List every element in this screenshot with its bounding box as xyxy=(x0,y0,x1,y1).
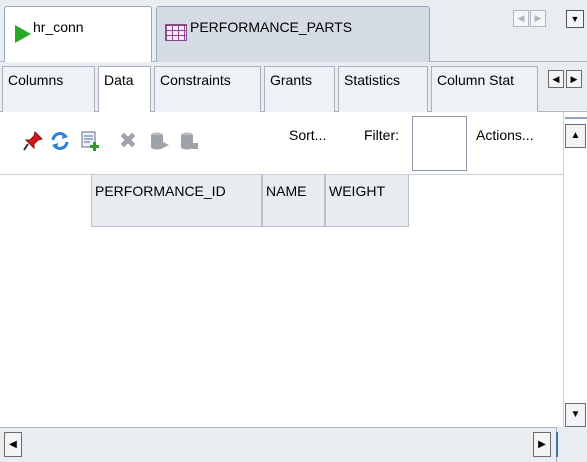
rollback-icon[interactable] xyxy=(178,130,200,152)
column-header-label: NAME xyxy=(266,183,307,199)
column-header-label: PERFORMANCE_ID xyxy=(95,183,226,199)
resize-grip[interactable] xyxy=(556,432,562,457)
scroll-tabs-left-icon[interactable]: ◀ xyxy=(513,10,529,27)
commit-icon[interactable] xyxy=(148,130,170,152)
tab-constraints-label: Constraints xyxy=(160,72,231,88)
sort-button[interactable]: Sort... xyxy=(289,127,326,143)
table-icon xyxy=(165,24,187,41)
tab-table-performance-parts[interactable]: PERFORMANCE_PARTS xyxy=(156,6,430,62)
column-header-weight[interactable]: WEIGHT xyxy=(325,175,409,227)
tab-column-statistics-label: Column Stat xyxy=(437,72,515,88)
tab-list-dropdown-icon[interactable]: ▼ xyxy=(566,10,584,28)
run-connection-icon xyxy=(15,25,31,43)
tab-columns-label: Columns xyxy=(8,72,64,88)
tab-statistics-label: Statistics xyxy=(344,72,401,88)
tab-connection-label: hr_conn xyxy=(33,19,84,35)
scroll-down-icon[interactable]: ▼ xyxy=(565,403,586,427)
delete-row-icon[interactable]: ✖ xyxy=(117,130,139,152)
tab-connection[interactable]: hr_conn xyxy=(4,6,152,62)
column-header-name[interactable]: NAME xyxy=(262,175,325,227)
scroll-subtabs-left-icon[interactable]: ◀ xyxy=(548,70,564,88)
data-grid[interactable]: PERFORMANCE_ID NAME WEIGHT xyxy=(0,175,563,427)
scroll-tabs-right-icon[interactable]: ▶ xyxy=(530,10,546,27)
tab-data-label: Data xyxy=(104,72,134,88)
filter-label: Filter: xyxy=(364,127,399,143)
refresh-icon[interactable] xyxy=(49,130,71,152)
scroll-left-icon[interactable]: ◀ xyxy=(4,432,22,457)
insert-row-icon[interactable] xyxy=(80,130,102,152)
horizontal-scrollbar[interactable] xyxy=(0,427,563,462)
scroll-up-icon[interactable]: ▲ xyxy=(565,124,586,148)
vertical-scrollbar[interactable] xyxy=(563,112,587,427)
actions-button[interactable]: Actions... xyxy=(476,127,534,143)
tab-table-label: PERFORMANCE_PARTS xyxy=(190,19,353,35)
tab-column-statistics[interactable]: Column Stat xyxy=(431,66,538,112)
tab-columns[interactable]: Columns xyxy=(2,66,95,112)
scroll-subtabs-right-icon[interactable]: ▶ xyxy=(566,70,582,88)
column-header-performance-id[interactable]: PERFORMANCE_ID xyxy=(91,175,262,227)
scrollbar-track-top xyxy=(565,117,587,121)
filter-input[interactable] xyxy=(412,116,467,171)
tab-grants-label: Grants xyxy=(270,72,313,88)
scroll-right-icon[interactable]: ▶ xyxy=(533,432,551,457)
tab-constraints[interactable]: Constraints xyxy=(154,66,261,112)
tab-statistics[interactable]: Statistics xyxy=(338,66,428,112)
tab-data[interactable]: Data xyxy=(98,66,151,112)
pin-icon[interactable] xyxy=(22,130,44,152)
column-header-label: WEIGHT xyxy=(329,183,385,199)
tab-grants[interactable]: Grants xyxy=(264,66,335,112)
